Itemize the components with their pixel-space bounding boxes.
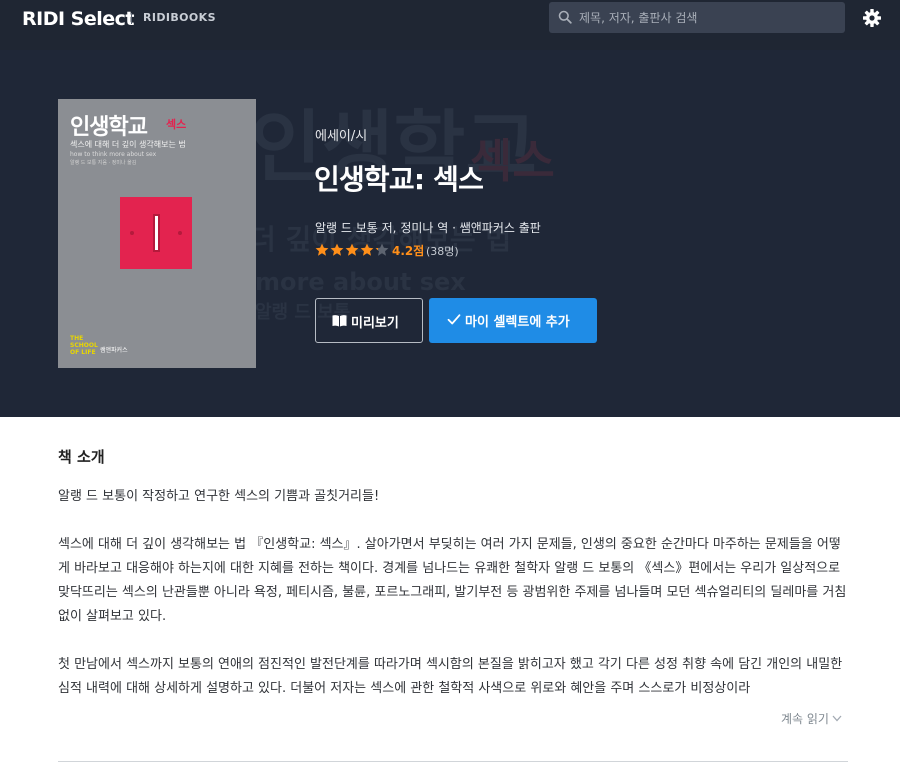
search-input[interactable] [577,2,837,33]
intro-paragraph: 첫 만남에서 섹스까지 보통의 연애의 점진적인 발전단계를 따라가며 섹시함의… [58,657,843,696]
read-more-label: 계속 읽기 [781,712,829,726]
chevron-down-icon [832,715,842,722]
add-label: 마이 셀렉트에 추가 [465,315,570,330]
star-icon [345,243,359,256]
star-icon [315,243,329,256]
cover-switch-graphic [120,197,192,269]
gear-icon[interactable] [862,8,882,28]
check-icon [447,314,461,325]
hero-bg-line2: more about sex [255,268,466,296]
book-hero: 인생학교 섹스 더 깊이 생각해보는 법 more about sex 알랭 드… [0,50,900,417]
add-to-my-select-button[interactable]: 마이 셀렉트에 추가 [429,298,597,343]
intro-text: 알랭 드 보통이 작정하고 연구한 섹스의 기쁨과 골칫거리들! 섹스에 대해 … [58,485,852,701]
star-icon [330,243,344,256]
intro-lead: 알랭 드 보통이 작정하고 연구한 섹스의 기쁨과 골칫거리들! [58,489,380,504]
book-cover[interactable]: 인생학교 섹스 섹스에 대해 더 깊이 생각해보는 법 how to think… [58,99,256,368]
publisher-logo: 쌤앤파커스 [100,347,128,354]
cover-subtitle: 섹스에 대해 더 깊이 생각해보는 법 [70,140,186,149]
read-more-link[interactable]: 계속 읽기 [781,710,842,727]
cover-title: 인생학교 [70,115,148,140]
star-icon [375,243,389,256]
open-book-icon [332,315,347,327]
section-divider [58,761,848,762]
ridi-select-logo[interactable]: RIDI Select [22,8,134,30]
ridibooks-link[interactable]: RIDIBOOKS [143,11,216,24]
cover-tag: 섹스 [166,118,187,131]
book-category[interactable]: 에세이/시 [315,125,367,144]
intro-heading: 책 소개 [58,448,105,466]
book-title: 인생학교: 섹스 [314,163,484,196]
rating-count: (38명) [426,245,459,258]
search-box[interactable] [549,2,845,33]
cover-author-line: 알랭 드 보통 지음 · 정미나 옮김 [70,160,137,166]
top-nav: RIDI Select RIDIBOOKS [0,0,900,50]
preview-label: 미리보기 [351,316,399,331]
intro-paragraph: 섹스에 대해 더 깊이 생각해보는 법 『인생학교: 섹스』. 살아가면서 부딪… [58,537,847,624]
search-icon [558,10,572,24]
logo-separator [131,13,132,24]
star-icon [360,243,374,256]
rating-stars [315,243,389,256]
book-authors[interactable]: 알랭 드 보통 저, 정미나 역 · 쌤앤파커스 출판 [315,219,541,236]
preview-button[interactable]: 미리보기 [315,298,423,343]
school-of-life-logo: THE SCHOOL OF LIFE [70,335,98,356]
rating-score: 4.2점 [392,244,425,258]
cover-subtitle-en: how to think more about sex [70,151,157,158]
